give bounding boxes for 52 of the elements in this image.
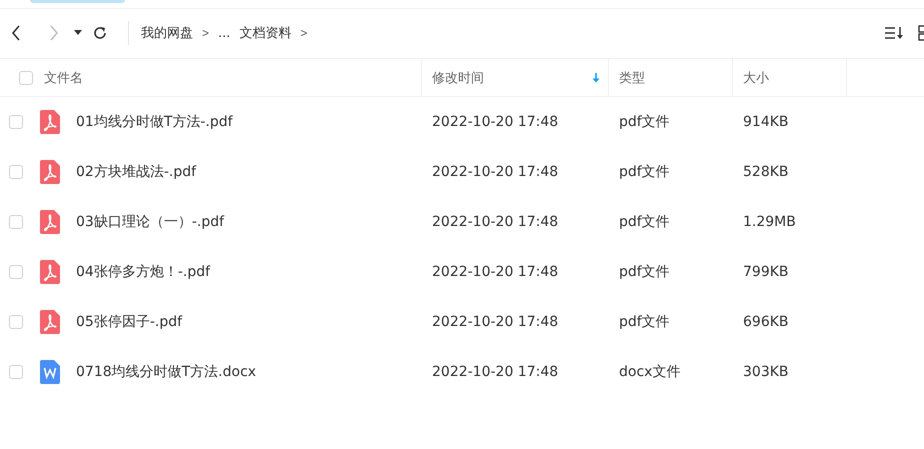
- file-type: pdf文件: [618, 213, 671, 231]
- file-name[interactable]: 05张停因子-.pdf: [76, 313, 182, 331]
- checkbox[interactable]: [9, 165, 23, 179]
- forward-button[interactable]: [48, 25, 60, 41]
- pdf-file-icon: [40, 110, 60, 134]
- column-header[interactable]: 类型: [609, 59, 733, 96]
- modified-time: 2022-10-20 17:48: [431, 264, 560, 280]
- column-header[interactable]: 修改时间: [422, 59, 609, 96]
- file-type: pdf文件: [618, 163, 671, 181]
- breadcrumb-item[interactable]: 文档资料: [239, 24, 292, 42]
- file-size: 303KB: [742, 364, 790, 380]
- breadcrumb-separator: >: [202, 26, 210, 40]
- file-name[interactable]: 01均线分时做T方法-.pdf: [76, 113, 233, 131]
- file-size: 799KB: [742, 264, 790, 280]
- file-size: 1.29MB: [742, 214, 797, 230]
- file-size: 914KB: [742, 114, 790, 130]
- pdf-file-icon: [40, 160, 60, 184]
- file-type: docx文件: [618, 363, 682, 381]
- file-size: 528KB: [742, 164, 790, 180]
- dropdown-button[interactable]: [74, 30, 82, 36]
- file-type: pdf文件: [618, 263, 671, 281]
- file-size: 696KB: [742, 314, 790, 330]
- checkbox[interactable]: [9, 365, 23, 379]
- checkbox[interactable]: [9, 215, 23, 229]
- pdf-file-icon: [40, 310, 60, 334]
- checkbox[interactable]: [9, 315, 23, 329]
- modified-time: 2022-10-20 17:48: [431, 214, 560, 230]
- breadcrumb-item[interactable]: 我的网盘: [141, 24, 193, 42]
- checkbox[interactable]: [9, 115, 23, 129]
- breadcrumb-item[interactable]: ...: [218, 26, 230, 40]
- file-name[interactable]: 03缺口理论（一）-.pdf: [76, 213, 224, 231]
- file-name[interactable]: 02方块堆战法-.pdf: [76, 163, 196, 181]
- breadcrumb-separator: >: [300, 26, 308, 40]
- file-type: pdf文件: [618, 313, 671, 331]
- pdf-file-icon: [40, 260, 60, 284]
- back-button[interactable]: [10, 25, 22, 41]
- checkbox[interactable]: [19, 70, 33, 84]
- file-name[interactable]: 0718均线分时做T方法.docx: [76, 363, 256, 381]
- sort-arrow-icon: [592, 72, 600, 82]
- modified-time: 2022-10-20 17:48: [431, 364, 560, 380]
- file-type: pdf文件: [618, 113, 671, 131]
- file-name[interactable]: 04张停多方炮！-.pdf: [76, 263, 210, 281]
- sort-icon[interactable]: [884, 25, 906, 41]
- checkbox[interactable]: [9, 265, 23, 279]
- column-header[interactable]: 大小: [733, 59, 847, 96]
- word-file-icon: [40, 360, 60, 384]
- modified-time: 2022-10-20 17:48: [431, 164, 560, 180]
- column-header[interactable]: 文件名: [36, 59, 422, 96]
- refresh-button[interactable]: [92, 25, 108, 41]
- modified-time: 2022-10-20 17:48: [431, 314, 560, 330]
- modified-time: 2022-10-20 17:48: [431, 114, 560, 130]
- pdf-file-icon: [40, 210, 60, 234]
